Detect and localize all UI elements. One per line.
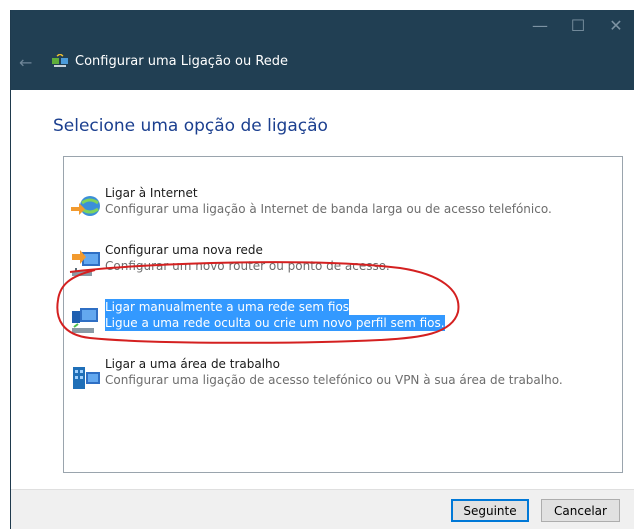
- button-bar: Seguinte Cancelar: [11, 489, 634, 529]
- option-description: Configurar um novo router ou ponto de ac…: [105, 259, 390, 273]
- option-title: Configurar uma nova rede: [105, 243, 263, 257]
- cancel-button[interactable]: Cancelar: [541, 499, 620, 522]
- option-text: Ligar a uma área de trabalho Configurar …: [105, 356, 563, 388]
- option-title: Ligar a uma área de trabalho: [105, 357, 281, 371]
- title-bar: — ☐ ✕ ← Configurar uma Ligação ou Rede: [11, 10, 634, 90]
- connection-options-list: Ligar à Internet Configurar uma ligação …: [63, 156, 623, 473]
- page-heading: Selecione uma opção de ligação: [53, 116, 328, 136]
- option-text: Ligar manualmente a uma rede sem fios Li…: [105, 299, 445, 331]
- option-new-network[interactable]: Configurar uma nova rede Configurar um n…: [64, 242, 604, 282]
- option-text: Ligar à Internet Configurar uma ligação …: [105, 185, 552, 217]
- option-connect-internet[interactable]: Ligar à Internet Configurar uma ligação …: [64, 185, 604, 225]
- router-setup-icon: [72, 250, 100, 276]
- wizard-window: — ☐ ✕ ← Configurar uma Ligação ou Rede S…: [10, 10, 634, 529]
- option-description: Configurar uma ligação de acesso telefón…: [105, 373, 563, 387]
- option-workplace[interactable]: Ligar a uma área de trabalho Configurar …: [64, 356, 604, 396]
- option-text: Configurar uma nova rede Configurar um n…: [105, 242, 390, 274]
- option-description: Ligue a uma rede oculta ou crie um novo …: [105, 315, 445, 331]
- maximize-button[interactable]: ☐: [559, 10, 597, 40]
- window-title: Configurar uma Ligação ou Rede: [75, 54, 289, 69]
- wireless-network-icon: [72, 308, 98, 333]
- option-description: Configurar uma ligação à Internet de ban…: [105, 202, 552, 216]
- network-wizard-icon: [52, 54, 68, 67]
- next-button[interactable]: Seguinte: [451, 499, 529, 522]
- option-manual-wireless[interactable]: Ligar manualmente a uma rede sem fios Li…: [64, 299, 604, 339]
- workplace-icon: [73, 367, 100, 389]
- window-controls: — ☐ ✕: [521, 10, 634, 40]
- globe-connect-icon: [71, 196, 100, 216]
- option-title: Ligar à Internet: [105, 186, 198, 200]
- close-button[interactable]: ✕: [597, 10, 634, 40]
- back-arrow-icon[interactable]: ←: [19, 53, 32, 72]
- minimize-button[interactable]: —: [521, 10, 559, 40]
- option-title: Ligar manualmente a uma rede sem fios: [105, 299, 350, 315]
